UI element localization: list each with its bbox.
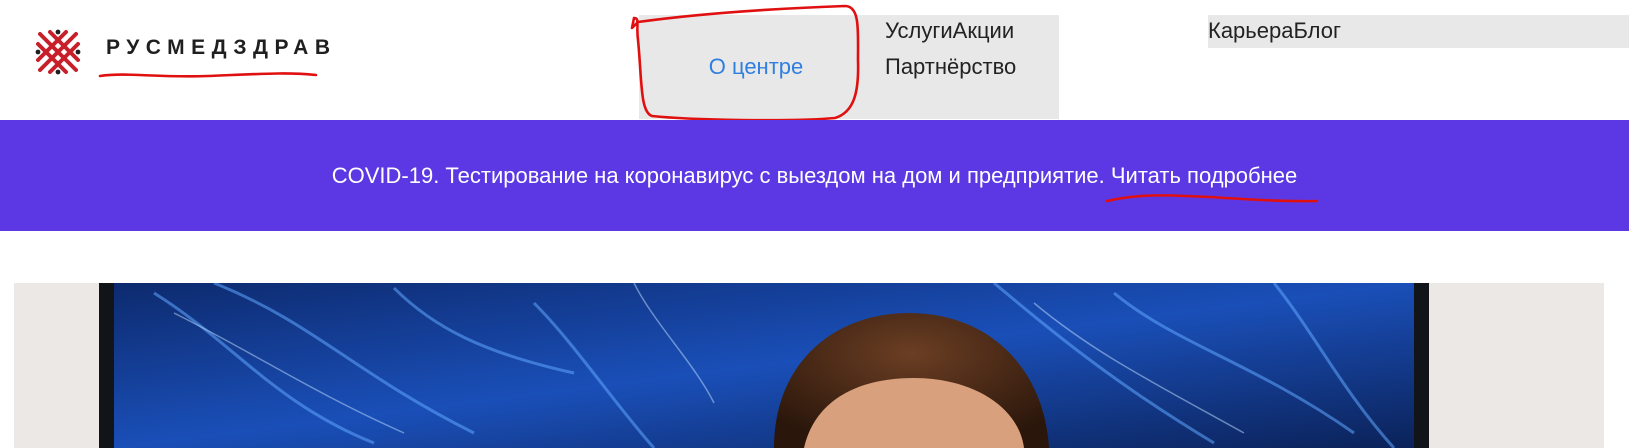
- hero-photo: [14, 283, 1604, 448]
- hero-portrait-image: [14, 283, 1604, 448]
- nav-group-primary: УслугиАкции Партнёрство: [873, 15, 1059, 119]
- logo-text: РУСМЕДЗДРАВ: [106, 36, 337, 59]
- nav-partnership-link[interactable]: Партнёрство: [885, 54, 1016, 79]
- nav-promotions-link[interactable]: Акции: [953, 18, 1014, 43]
- nav-about-button[interactable]: О центре: [639, 15, 873, 119]
- nav-services-link[interactable]: Услуги: [885, 18, 953, 43]
- nav-group-secondary: КарьераБлог: [1208, 15, 1629, 48]
- logo-mark-icon: [35, 29, 81, 75]
- site-header: РУСМЕДЗДРАВ О центре УслугиАкции Партнёр…: [0, 0, 1629, 122]
- banner-text: COVID-19. Тестирование на коронавирус с …: [331, 162, 1105, 188]
- covid-banner: COVID-19. Тестирование на коронавирус с …: [0, 120, 1629, 231]
- logo-link[interactable]: РУСМЕДЗДРАВ: [34, 24, 334, 84]
- read-more-underline-annotation: [1105, 193, 1319, 202]
- banner-read-more-link[interactable]: Читать подробнее: [1111, 163, 1297, 188]
- nav-blog-link[interactable]: Блог: [1293, 18, 1341, 43]
- nav-career-link[interactable]: Карьера: [1208, 18, 1293, 43]
- logo-underline-annotation: [98, 72, 318, 78]
